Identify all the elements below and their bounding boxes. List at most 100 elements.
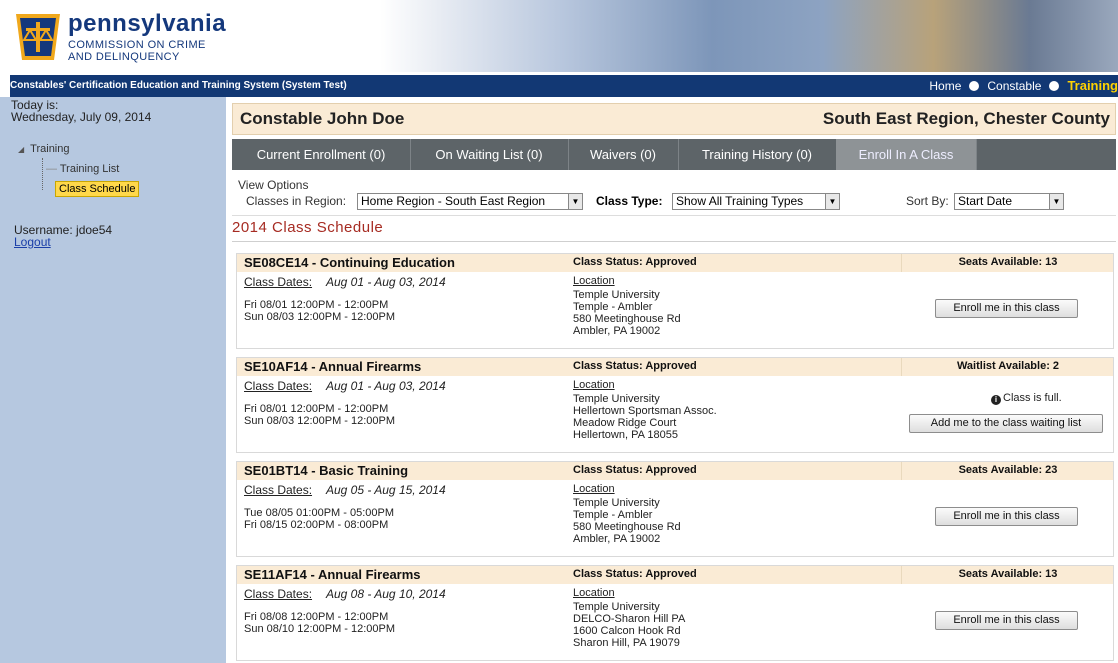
sidebar-item-class-schedule[interactable]: Class Schedule <box>55 181 140 197</box>
chevron-down-icon[interactable]: ▼ <box>1049 194 1063 209</box>
location-line: Sharon Hill, PA 19079 <box>573 637 680 649</box>
class-type-select[interactable]: Show All Training Types ▼ <box>672 193 840 210</box>
tab-on-waiting-list[interactable]: On Waiting List (0) <box>410 139 569 170</box>
tab-training-history[interactable]: Training History (0) <box>678 139 837 170</box>
class-dates-label: Class Dates: <box>244 275 313 289</box>
sort-by-select[interactable]: Start Date ▼ <box>954 193 1064 210</box>
logout-link[interactable]: Logout <box>14 235 51 249</box>
seats-box: Seats Available: 23 <box>901 462 1114 480</box>
tab-waivers[interactable]: Waivers (0) <box>568 139 679 170</box>
location-line: 580 Meetinghouse Rd <box>573 521 681 533</box>
location-line: Ambler, PA 19002 <box>573 325 661 337</box>
location-label: Location <box>573 379 615 391</box>
session-time: Sun 08/03 12:00PM - 12:00PM <box>244 311 396 323</box>
class-dates: Aug 01 - Aug 03, 2014 <box>326 275 446 289</box>
tab-current-enrollment[interactable]: Current Enrollment (0) <box>232 139 411 170</box>
class-type-label: Class Type: <box>596 194 663 208</box>
pa-keystone-logo-icon <box>16 14 60 60</box>
profile-region: South East Region, Chester County <box>822 109 1110 128</box>
class-status: Class Status: Approved <box>573 464 697 476</box>
location-line: Temple University <box>573 497 660 509</box>
add-to-waitlist-button[interactable]: Add me to the class waiting list <box>909 414 1103 433</box>
seats-available: Seats Available: 13 <box>958 568 1058 580</box>
session-time: Tue 08/05 01:00PM - 05:00PM <box>244 507 395 519</box>
class-dates: Aug 01 - Aug 03, 2014 <box>326 379 446 393</box>
location-line: Hellertown Sportsman Assoc. <box>573 405 717 417</box>
location-label: Location <box>573 275 615 287</box>
sidebar-item-training-list[interactable]: — Training List <box>46 163 119 175</box>
class-code-title: SE01BT14 - Basic Training <box>244 463 409 478</box>
location-line: 580 Meetinghouse Rd <box>573 313 681 325</box>
class-status: Class Status: Approved <box>573 568 697 580</box>
session-time: Fri 08/01 12:00PM - 12:00PM <box>244 299 389 311</box>
class-status: Class Status: Approved <box>573 360 697 372</box>
class-full-text: Class is full. <box>1003 392 1062 404</box>
top-nav-links: Home Constable Training <box>929 78 1118 93</box>
enroll-button[interactable]: Enroll me in this class <box>935 507 1078 526</box>
class-dates: Aug 08 - Aug 10, 2014 <box>326 587 446 601</box>
header-banner-image <box>380 0 1118 72</box>
tree-node-training-label: Training <box>30 143 70 155</box>
location-line: Temple University <box>573 289 660 301</box>
seats-box: Seats Available: 13 <box>901 566 1114 584</box>
region-select-value: Home Region - South East Region <box>361 194 546 208</box>
seats-available: Seats Available: 13 <box>958 256 1058 268</box>
waitlist-available: Waitlist Available: 2 <box>956 360 1060 372</box>
class-full-notice: i Class is full. <box>991 392 1062 405</box>
class-code-title: SE08CE14 - Continuing Education <box>244 255 455 270</box>
divider <box>232 215 1116 216</box>
session-time: Fri 08/08 12:00PM - 12:00PM <box>244 611 389 623</box>
tree-collapse-icon[interactable]: ◢ <box>18 145 24 154</box>
session-time: Sun 08/10 12:00PM - 12:00PM <box>244 623 396 635</box>
session-time: Fri 08/15 02:00PM - 08:00PM <box>244 519 389 531</box>
location-label: Location <box>573 483 615 495</box>
class-code-title: SE11AF14 - Annual Firearms <box>244 567 421 582</box>
class-card: SE10AF14 - Annual Firearms Class Status:… <box>236 357 1114 453</box>
sort-by-label: Sort By: <box>906 194 949 208</box>
class-dates: Aug 05 - Aug 15, 2014 <box>326 483 446 497</box>
logo-subtitle-line2: AND DELINQUENCY <box>68 51 180 63</box>
class-dates-label: Class Dates: <box>244 379 313 393</box>
sort-by-select-value: Start Date <box>958 194 1013 208</box>
class-code-title: SE10AF14 - Annual Firearms <box>244 359 422 374</box>
chevron-down-icon[interactable]: ▼ <box>568 194 582 209</box>
class-type-select-value: Show All Training Types <box>676 194 804 208</box>
seats-available: Seats Available: 23 <box>958 464 1058 476</box>
location-line: Temple - Ambler <box>573 509 653 521</box>
info-icon: i <box>991 395 1001 405</box>
location-line: Temple - Ambler <box>573 301 653 313</box>
seats-box: Seats Available: 13 <box>901 254 1114 272</box>
class-status: Class Status: Approved <box>573 256 697 268</box>
tab-enroll-in-a-class[interactable]: Enroll In A Class <box>836 139 977 170</box>
location-label: Location <box>573 587 615 599</box>
profile-name: Constable John Doe <box>240 109 405 128</box>
bullet-icon <box>969 80 980 91</box>
location-line: Ambler, PA 19002 <box>573 533 661 545</box>
chevron-down-icon[interactable]: ▼ <box>825 194 839 209</box>
logo-subtitle-line1: COMMISSION ON CRIME <box>68 39 206 51</box>
schedule-title: 2014 Class Schedule <box>232 219 384 236</box>
enroll-button[interactable]: Enroll me in this class <box>935 299 1078 318</box>
location-line: Temple University <box>573 393 660 405</box>
class-card: SE01BT14 - Basic Training Class Status: … <box>236 461 1114 557</box>
system-title: Constables' Certification Education and … <box>10 80 347 91</box>
bullet-icon <box>1049 80 1060 91</box>
enroll-button[interactable]: Enroll me in this class <box>935 611 1078 630</box>
tree-node-training[interactable]: ◢ Training <box>18 143 70 155</box>
sidebar-item-label: Training List <box>59 163 120 175</box>
nav-link-training[interactable]: Training <box>1067 78 1118 93</box>
session-time: Sun 08/03 12:00PM - 12:00PM <box>244 415 396 427</box>
location-line: 1600 Calcon Hook Rd <box>573 625 681 637</box>
class-dates-label: Class Dates: <box>244 483 313 497</box>
nav-link-constable[interactable]: Constable <box>987 79 1041 93</box>
location-line: Temple University <box>573 601 660 613</box>
nav-link-home[interactable]: Home <box>929 79 961 93</box>
class-card: SE08CE14 - Continuing Education Class St… <box>236 253 1114 349</box>
region-select[interactable]: Home Region - South East Region ▼ <box>357 193 583 210</box>
region-filter-label: Classes in Region: <box>246 194 347 208</box>
class-card: SE11AF14 - Annual Firearms Class Status:… <box>236 565 1114 661</box>
logo-title: pennsylvania <box>68 10 227 37</box>
divider <box>232 241 1116 242</box>
session-time: Fri 08/01 12:00PM - 12:00PM <box>244 403 389 415</box>
seats-box: Waitlist Available: 2 <box>901 358 1114 376</box>
